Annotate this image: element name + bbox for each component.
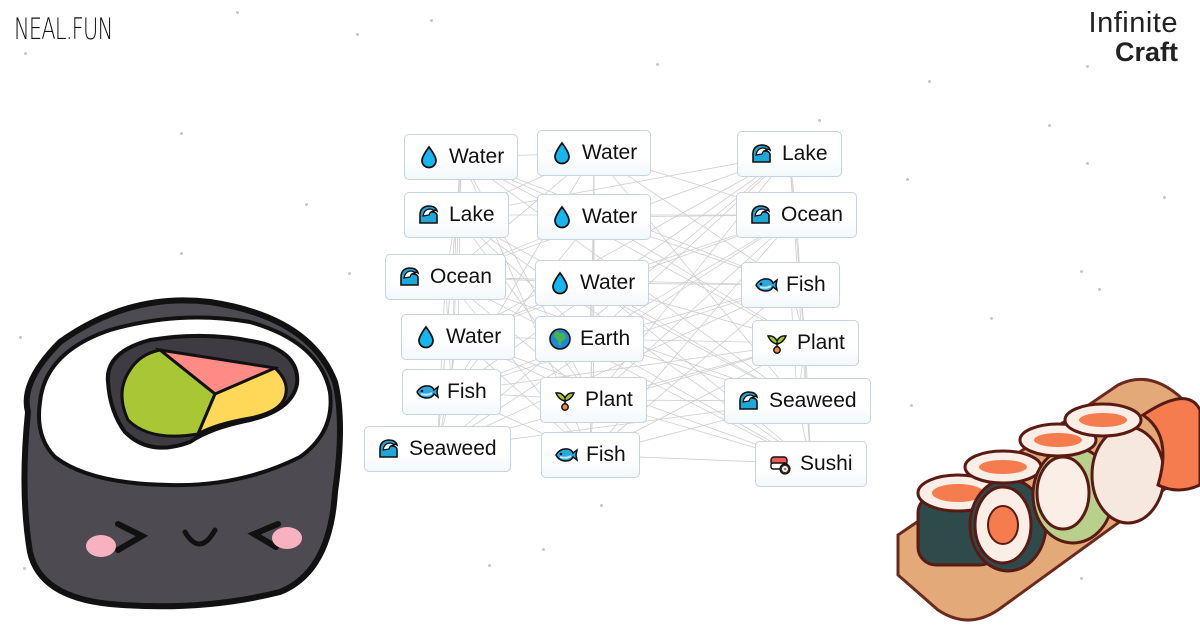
droplet-icon bbox=[414, 325, 438, 349]
item-water[interactable]: Water bbox=[535, 260, 650, 306]
item-label: Fish bbox=[586, 443, 626, 466]
item-fish[interactable]: Fish bbox=[541, 432, 640, 478]
droplet-icon bbox=[417, 145, 441, 169]
item-lake[interactable]: Lake bbox=[737, 131, 842, 177]
sushi-platter-illustration bbox=[896, 377, 1200, 622]
item-label: Water bbox=[580, 271, 636, 294]
cute-sushi-roll-illustration bbox=[21, 297, 343, 610]
item-fish[interactable]: Fish bbox=[402, 369, 501, 415]
item-seaweed[interactable]: Seaweed bbox=[724, 378, 871, 424]
item-label: Plant bbox=[797, 331, 845, 354]
item-ocean[interactable]: Ocean bbox=[385, 254, 506, 300]
wave-icon bbox=[377, 437, 401, 461]
item-label: Sushi bbox=[800, 452, 853, 475]
seedling-icon bbox=[553, 388, 577, 412]
item-plant[interactable]: Plant bbox=[540, 377, 647, 423]
item-label: Water bbox=[582, 205, 638, 228]
sushi-icon bbox=[768, 452, 792, 476]
item-plant[interactable]: Plant bbox=[752, 320, 859, 366]
wave-icon bbox=[750, 142, 774, 166]
fish-icon bbox=[415, 380, 440, 404]
item-lake[interactable]: Lake bbox=[404, 192, 509, 238]
item-water[interactable]: Water bbox=[401, 314, 516, 360]
connection-line bbox=[788, 153, 806, 344]
globe-icon bbox=[548, 327, 572, 351]
fish-icon bbox=[754, 273, 779, 297]
item-fish[interactable]: Fish bbox=[741, 262, 840, 308]
item-ocean[interactable]: Ocean bbox=[736, 192, 857, 238]
item-label: Fish bbox=[447, 380, 487, 403]
item-label: Lake bbox=[782, 142, 828, 165]
item-earth[interactable]: Earth bbox=[535, 316, 645, 362]
wave-icon bbox=[749, 203, 773, 227]
item-label: Ocean bbox=[781, 203, 843, 226]
item-water[interactable]: Water bbox=[404, 134, 519, 180]
droplet-icon bbox=[548, 271, 572, 295]
item-label: Fish bbox=[786, 273, 826, 296]
item-label: Water bbox=[582, 141, 638, 164]
item-label: Seaweed bbox=[409, 437, 497, 460]
item-label: Plant bbox=[585, 388, 633, 411]
item-label: Seaweed bbox=[769, 389, 857, 412]
item-label: Lake bbox=[449, 203, 495, 226]
item-label: Water bbox=[446, 325, 502, 348]
fish-icon bbox=[554, 443, 579, 467]
wave-icon bbox=[417, 203, 441, 227]
wave-icon bbox=[737, 389, 761, 413]
item-water[interactable]: Water bbox=[537, 130, 652, 176]
item-water[interactable]: Water bbox=[537, 194, 652, 240]
droplet-icon bbox=[550, 205, 574, 229]
droplet-icon bbox=[550, 141, 574, 165]
item-sushi[interactable]: Sushi bbox=[755, 441, 867, 487]
item-label: Ocean bbox=[430, 265, 492, 288]
item-seaweed[interactable]: Seaweed bbox=[364, 426, 511, 472]
wave-icon bbox=[398, 265, 422, 289]
item-label: Earth bbox=[580, 327, 631, 350]
item-label: Water bbox=[449, 145, 505, 168]
seedling-icon bbox=[765, 331, 789, 355]
